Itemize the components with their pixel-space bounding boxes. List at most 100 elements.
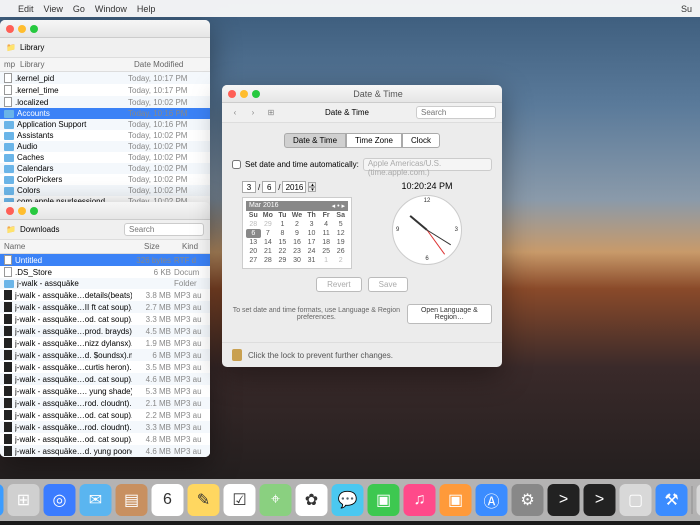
name-col[interactable]: Name: [0, 240, 140, 253]
cal-day[interactable]: 28: [261, 256, 276, 265]
menubar-user[interactable]: Su: [681, 4, 692, 14]
time-server-select[interactable]: Apple Americas/U.S. (time.apple.com.): [363, 158, 492, 171]
list-item[interactable]: j-walk - assquäke…. yung shade).mp35.3 M…: [0, 385, 210, 397]
dock-maps[interactable]: ⌖: [260, 484, 292, 516]
list-item[interactable]: CalendarsToday, 10:02 PM: [0, 163, 210, 174]
close-icon[interactable]: [6, 25, 14, 33]
minimize-icon[interactable]: [18, 207, 26, 215]
titlebar[interactable]: [0, 20, 210, 38]
cal-day[interactable]: 19: [333, 238, 348, 247]
menu-view[interactable]: View: [44, 4, 63, 14]
list-item[interactable]: .localizedToday, 10:02 PM: [0, 96, 210, 108]
cal-day[interactable]: 4: [319, 220, 334, 229]
cal-day[interactable]: 17: [304, 238, 319, 247]
cal-day[interactable]: 13: [246, 238, 261, 247]
cal-day[interactable]: 25: [319, 247, 334, 256]
dock-photos[interactable]: ✿: [296, 484, 328, 516]
step-down-icon[interactable]: ▾: [308, 187, 316, 192]
list-item[interactable]: Application SupportToday, 10:16 PM: [0, 119, 210, 130]
dock-itunes[interactable]: ♫: [404, 484, 436, 516]
cal-day[interactable]: 22: [275, 247, 290, 256]
dock-trash[interactable]: 🗑: [697, 484, 700, 516]
revert-button[interactable]: Revert: [316, 277, 362, 292]
dock-appstore[interactable]: Ⓐ: [476, 484, 508, 516]
list-item[interactable]: j-walk - assquäke…od. cat soup).mp33.3 M…: [0, 313, 210, 325]
cal-day[interactable]: 6: [246, 229, 261, 238]
name-col[interactable]: Library: [16, 58, 130, 71]
zoom-icon[interactable]: [30, 25, 38, 33]
minimize-icon[interactable]: [240, 90, 248, 98]
list-item[interactable]: j-walk - assquäke…od. cat soup).mp34.6 M…: [0, 373, 210, 385]
cal-day[interactable]: 14: [261, 238, 276, 247]
list-item[interactable]: AssistantsToday, 10:02 PM: [0, 130, 210, 141]
list-item[interactable]: j-walk - assquäke…rod. cloudnt).mp32.1 M…: [0, 397, 210, 409]
list-item[interactable]: Untitled326 bytesRTF d: [0, 254, 210, 266]
open-language-region-button[interactable]: Open Language & Region…: [407, 304, 492, 324]
list-item[interactable]: j-walk - assquäke…details(beats).mp33.8 …: [0, 289, 210, 301]
list-item[interactable]: j-walk - assquäke…od. cat soup).mp32.2 M…: [0, 409, 210, 421]
dock-contacts[interactable]: ▤: [116, 484, 148, 516]
close-icon[interactable]: [228, 90, 236, 98]
zoom-icon[interactable]: [30, 207, 38, 215]
cal-day[interactable]: 29: [261, 220, 276, 229]
date-col[interactable]: Date Modified: [130, 58, 210, 71]
dock-notes[interactable]: ✎: [188, 484, 220, 516]
tab-time-zone[interactable]: Time Zone: [346, 133, 402, 148]
cal-day[interactable]: 1: [319, 256, 334, 265]
dock-calendar[interactable]: 6: [152, 484, 184, 516]
name-col[interactable]: mp: [0, 58, 16, 71]
cal-day[interactable]: 27: [246, 256, 261, 265]
list-item[interactable]: AudioToday, 10:02 PM: [0, 141, 210, 152]
month-field[interactable]: [242, 181, 256, 193]
cal-day[interactable]: 3: [304, 220, 319, 229]
dock-reminders[interactable]: ☑: [224, 484, 256, 516]
cal-day[interactable]: 1: [275, 220, 290, 229]
dock-xcode[interactable]: ⚒: [656, 484, 688, 516]
dock-ibooks[interactable]: ▣: [440, 484, 472, 516]
search-input[interactable]: [124, 223, 204, 236]
dock-safari[interactable]: ◎: [44, 484, 76, 516]
list-item[interactable]: ColorPickersToday, 10:02 PM: [0, 174, 210, 185]
dock-launchpad[interactable]: ⊞: [8, 484, 40, 516]
menu-go[interactable]: Go: [73, 4, 85, 14]
search-input[interactable]: [416, 106, 496, 119]
close-icon[interactable]: [6, 207, 14, 215]
date-stepper[interactable]: / / ▴▾: [242, 181, 352, 193]
cal-day[interactable]: 2: [333, 256, 348, 265]
list-item[interactable]: j-walk - assquäkeFolder: [0, 278, 210, 289]
cal-day[interactable]: 15: [275, 238, 290, 247]
grid-icon[interactable]: ⊞: [264, 106, 278, 120]
cal-day[interactable]: 24: [304, 247, 319, 256]
dock-mail[interactable]: ✉: [80, 484, 112, 516]
time-value[interactable]: 10:20:24 PM: [372, 181, 482, 191]
forward-icon[interactable]: ›: [246, 106, 260, 120]
back-icon[interactable]: ‹: [228, 106, 242, 120]
cal-day[interactable]: 16: [290, 238, 305, 247]
list-item[interactable]: ColorsToday, 10:02 PM: [0, 185, 210, 196]
auto-time-checkbox[interactable]: [232, 160, 241, 169]
list-item[interactable]: .DS_Store6 KBDocum: [0, 266, 210, 278]
minimize-icon[interactable]: [18, 25, 26, 33]
titlebar[interactable]: [0, 202, 210, 220]
menu-edit[interactable]: Edit: [18, 4, 34, 14]
cal-nav[interactable]: ◂ • ▸: [332, 202, 345, 210]
list-item[interactable]: j-walk - assquäke…nizz dylansx).mp31.9 M…: [0, 337, 210, 349]
list-item[interactable]: CachesToday, 10:02 PM: [0, 152, 210, 163]
dock-facetime[interactable]: ▣: [368, 484, 400, 516]
cal-day[interactable]: 21: [261, 247, 276, 256]
menu-window[interactable]: Window: [95, 4, 127, 14]
dock-finder[interactable]: ☺: [0, 484, 4, 516]
kind-col[interactable]: Kind: [178, 240, 210, 253]
dock-terminal2[interactable]: >: [584, 484, 616, 516]
cal-day[interactable]: 10: [304, 229, 319, 238]
dock-settings[interactable]: ⚙: [512, 484, 544, 516]
dock-messages[interactable]: 💬: [332, 484, 364, 516]
tab-clock[interactable]: Clock: [402, 133, 440, 148]
save-button[interactable]: Save: [368, 277, 408, 292]
year-field[interactable]: [282, 181, 306, 193]
cal-day[interactable]: 28: [246, 220, 261, 229]
list-item[interactable]: j-walk - assquäke…prod. brayds).mp34.5 M…: [0, 325, 210, 337]
list-item[interactable]: .kernel_timeToday, 10:17 PM: [0, 84, 210, 96]
cal-day[interactable]: 2: [290, 220, 305, 229]
cal-day[interactable]: 12: [333, 229, 348, 238]
